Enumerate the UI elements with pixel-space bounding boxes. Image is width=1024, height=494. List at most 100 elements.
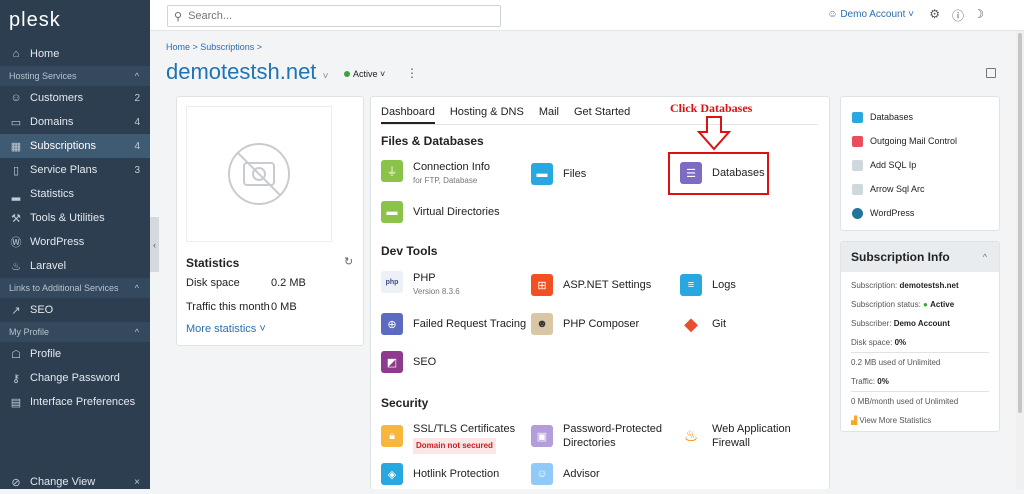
composer-icon: ☻ xyxy=(531,313,553,335)
quick-link-databases[interactable]: Databases xyxy=(852,105,999,129)
breadcrumb[interactable]: Home > Subscriptions > xyxy=(166,42,262,52)
advisor-tool[interactable]: ☺ Advisor xyxy=(531,463,600,485)
password-protected-directories-tool[interactable]: ▣ Password-Protected Directories xyxy=(531,422,662,450)
extensions-icon[interactable]: ⚙ xyxy=(929,7,940,21)
section-files-databases: Files & Databases xyxy=(381,134,484,148)
view-more-statistics-link[interactable]: ▟ View More Statistics xyxy=(841,411,999,430)
php-composer-tool[interactable]: ☻ PHP Composer xyxy=(531,313,639,335)
php-tool[interactable]: php PHP Version 8.3.6 xyxy=(381,271,460,299)
external-link-icon: ↗ xyxy=(11,304,21,317)
id-card-icon: ☖ xyxy=(11,348,21,361)
status-dot-icon xyxy=(344,71,350,77)
refresh-icon[interactable]: ↻ xyxy=(344,255,353,268)
status-badge[interactable]: Active ˅ xyxy=(344,69,385,79)
sidebar-item-wordpress[interactable]: Ⓦ WordPress xyxy=(0,230,150,254)
quick-link-outgoing-mail[interactable]: Outgoing Mail Control xyxy=(852,129,999,153)
user-icon: ☺ xyxy=(10,92,22,104)
laravel-icon: ♨ xyxy=(11,260,21,273)
failed-request-tracing-tool[interactable]: ⊕ Failed Request Tracing xyxy=(381,313,526,335)
virtual-directories-tool[interactable]: ▬ Virtual Directories xyxy=(381,201,500,223)
ssl-warning-badge: Domain not secured xyxy=(413,438,496,454)
grid-icon: ▦ xyxy=(10,140,22,153)
help-icon[interactable]: ⓘ xyxy=(952,7,964,24)
web-application-firewall-tool[interactable]: ♨ Web Application Firewall xyxy=(680,422,791,450)
subscription-name-row: Subscription: demotestsh.net xyxy=(851,281,959,290)
section-my-profile[interactable]: My Profile ^ xyxy=(0,322,150,342)
connection-info-tool[interactable]: ⏚ Connection Info for FTP, Database xyxy=(381,160,490,188)
disk-used-text: 0.2 MB used of Unlimited xyxy=(851,358,941,367)
logs-tool[interactable]: ≡ Logs xyxy=(680,274,736,296)
chevron-up-icon: ^ xyxy=(134,283,139,293)
databases-highlight-box xyxy=(668,152,769,195)
quick-link-wordpress[interactable]: WordPress xyxy=(852,201,999,225)
quick-link-add-sql-ip[interactable]: Add SQL Ip xyxy=(852,153,999,177)
subscription-info-header[interactable]: Subscription Info ^ xyxy=(841,242,999,272)
scrollbar-thumb[interactable] xyxy=(1018,33,1022,413)
sidebar: plesk ⌂ Home Hosting Services ^ ☺ Customers… xyxy=(0,0,150,489)
compass-icon: ⊘ xyxy=(11,476,21,489)
sidebar-item-change-password[interactable]: ⚷ Change Password xyxy=(0,366,150,390)
traffic-value: 0 MB xyxy=(271,301,297,313)
tab-mail[interactable]: Mail xyxy=(539,106,559,124)
files-tool[interactable]: ▬ Files xyxy=(531,163,586,185)
close-icon: × xyxy=(134,476,140,488)
search-input[interactable]: ⚲ Search... xyxy=(167,5,501,27)
traffic-label: Traffic this month xyxy=(186,301,270,313)
sidebar-item-profile[interactable]: ☖ Profile xyxy=(0,342,150,366)
seo-tool[interactable]: ◩ SEO xyxy=(381,351,436,373)
home-icon: ⌂ xyxy=(12,48,20,60)
annotation-arrow-icon xyxy=(697,116,731,151)
sidebar-collapse-handle[interactable]: ‹ xyxy=(150,217,159,272)
hotlink-protection-tool[interactable]: ◈ Hotlink Protection xyxy=(381,463,499,485)
subscriber-row: Subscriber: Demo Account xyxy=(851,319,950,328)
chart-icon: ▟ xyxy=(851,416,858,425)
wordpress-icon: Ⓦ xyxy=(10,237,22,249)
more-options-icon[interactable]: ⋮ xyxy=(406,66,418,80)
page-scrollbar[interactable] xyxy=(1016,31,1024,489)
theme-toggle-icon[interactable]: ☽ xyxy=(973,7,984,21)
sidebar-item-tools[interactable]: ⚒ Tools & Utilities xyxy=(0,206,150,230)
check-circle-icon: ● xyxy=(923,300,928,309)
layout-icon: ▤ xyxy=(10,396,22,409)
sidebar-item-seo[interactable]: ↗ SEO xyxy=(0,298,150,322)
sidebar-item-home[interactable]: ⌂ Home xyxy=(0,42,150,66)
fire-icon: ♨ xyxy=(680,425,702,447)
tab-hosting-dns[interactable]: Hosting & DNS xyxy=(450,106,524,124)
quick-links-card: Databases Outgoing Mail Control Add SQL … xyxy=(840,96,1000,231)
tab-bar: Dashboard Hosting & DNS Mail Get Started xyxy=(381,106,645,124)
traffic-row: Traffic: 0% xyxy=(851,377,889,386)
more-statistics-link[interactable]: More statistics ˅ xyxy=(186,323,266,335)
change-view-button[interactable]: ⊘ Change View × xyxy=(0,470,150,494)
chevron-up-icon: ^ xyxy=(134,71,139,81)
git-icon: ◆ xyxy=(680,313,702,335)
sidebar-item-statistics[interactable]: ▂ Statistics xyxy=(0,182,150,206)
sidebar-item-service-plans[interactable]: ▯ Service Plans 3 xyxy=(0,158,150,182)
sidebar-item-subscriptions[interactable]: ▦ Subscriptions 4 xyxy=(0,134,150,158)
panel-toggle-icon[interactable] xyxy=(986,68,996,78)
sidebar-item-customers[interactable]: ☺ Customers 2 xyxy=(0,86,150,110)
window-icon xyxy=(852,183,863,195)
ssl-certificates-tool[interactable]: 🔒︎ SSL/TLS Certificates Domain not secured xyxy=(381,422,515,454)
folder-lock-icon: ▣ xyxy=(531,425,553,447)
aspnet-settings-tool[interactable]: ⊞ ASP.NET Settings xyxy=(531,274,651,296)
windows-icon: ⊞ xyxy=(531,274,553,296)
tab-get-started[interactable]: Get Started xyxy=(574,106,630,124)
search-icon: ⚲ xyxy=(174,10,183,23)
section-links[interactable]: Links to Additional Services ^ xyxy=(0,278,150,298)
subscription-status-row: Subscription status: ● Active xyxy=(851,300,955,309)
quick-link-arrow-sql-arc[interactable]: Arrow Sql Arc xyxy=(852,177,999,201)
section-security: Security xyxy=(381,396,429,410)
git-tool[interactable]: ◆ Git xyxy=(680,313,726,335)
database-icon xyxy=(852,111,863,123)
lock-icon: 🔒︎ xyxy=(381,425,403,447)
page-title[interactable]: demotestsh.net ˅ xyxy=(166,59,328,85)
sidebar-item-interface-preferences[interactable]: ▤ Interface Preferences xyxy=(0,390,150,414)
mail-icon xyxy=(852,135,863,147)
sidebar-item-laravel[interactable]: ♨ Laravel xyxy=(0,254,150,278)
section-hosting-services[interactable]: Hosting Services ^ xyxy=(0,66,150,86)
window-icon xyxy=(852,159,863,171)
tab-dashboard[interactable]: Dashboard xyxy=(381,106,435,124)
account-menu[interactable]: ☺ Demo Account ˅ xyxy=(827,9,914,20)
sidebar-item-domains[interactable]: ▭ Domains 4 xyxy=(0,110,150,134)
shield-icon: ◈ xyxy=(381,463,403,485)
